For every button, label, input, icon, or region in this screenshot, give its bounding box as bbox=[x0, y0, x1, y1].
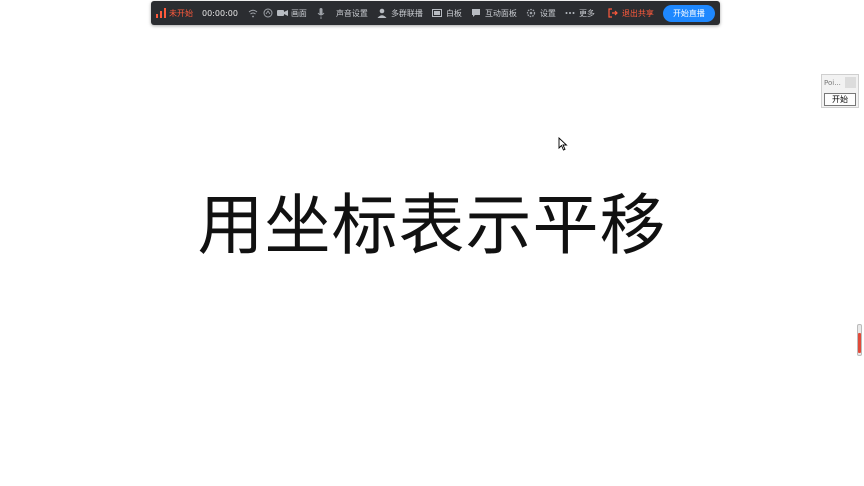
slide-title: 用坐标表示平移 bbox=[197, 187, 667, 264]
widget-start-button[interactable]: 开始 bbox=[824, 93, 856, 106]
interactive-panel-button[interactable]: 互动面板 bbox=[471, 8, 517, 19]
multi-co-stream-label: 多群联播 bbox=[390, 8, 423, 18]
widget-header: Poi... bbox=[822, 75, 858, 90]
audio-settings-button[interactable]: 声音设置 bbox=[336, 8, 368, 19]
floating-widget[interactable]: Poi... 开始 bbox=[821, 74, 859, 108]
multi-co-stream-button[interactable]: 多群联播 bbox=[377, 8, 423, 19]
start-live-button[interactable]: 开始直播 bbox=[662, 4, 715, 22]
mouse-cursor-icon bbox=[558, 137, 568, 151]
audio-settings-label: 声音设置 bbox=[335, 8, 368, 18]
exit-share-button[interactable]: 退出共享 bbox=[608, 8, 654, 19]
whiteboard-label: 白板 bbox=[445, 8, 462, 18]
camera-label: 画面 bbox=[290, 8, 307, 18]
live-timer: 00:00:00 bbox=[202, 8, 238, 18]
live-toolbar: 未开始 00:00:00 画面 声音设置 多群联播 白板 互动面板 设置 更多 … bbox=[151, 1, 720, 25]
settings-button[interactable]: 设置 bbox=[526, 8, 556, 19]
more-label: 更多 bbox=[578, 8, 595, 18]
live-status: 未开始 bbox=[155, 8, 193, 19]
beauty-icon[interactable] bbox=[263, 8, 273, 19]
signal-bars-icon bbox=[155, 8, 166, 19]
user-icon bbox=[377, 8, 388, 19]
settings-label: 设置 bbox=[539, 8, 556, 18]
scrollbar-thumb[interactable] bbox=[858, 333, 861, 353]
whiteboard-icon bbox=[432, 8, 443, 19]
chat-bubble-icon bbox=[471, 8, 482, 19]
wifi-icon[interactable] bbox=[248, 8, 258, 19]
whiteboard-button[interactable]: 白板 bbox=[432, 8, 462, 19]
widget-close-icon[interactable] bbox=[845, 77, 856, 88]
more-dots-icon bbox=[565, 8, 576, 19]
start-live-label: 开始直播 bbox=[672, 8, 705, 18]
camera-button[interactable]: 画面 bbox=[276, 8, 307, 19]
exit-share-label: 退出共享 bbox=[621, 8, 654, 18]
more-button[interactable]: 更多 bbox=[565, 8, 595, 19]
camera-icon bbox=[276, 8, 288, 19]
widget-title: Poi... bbox=[824, 78, 841, 87]
microphone-button[interactable] bbox=[316, 7, 327, 19]
interactive-panel-label: 互动面板 bbox=[484, 8, 517, 18]
side-scrollbar[interactable] bbox=[857, 324, 862, 356]
status-label: 未开始 bbox=[169, 8, 193, 18]
gear-icon bbox=[526, 8, 537, 19]
microphone-icon bbox=[316, 7, 327, 19]
exit-icon bbox=[608, 8, 619, 19]
